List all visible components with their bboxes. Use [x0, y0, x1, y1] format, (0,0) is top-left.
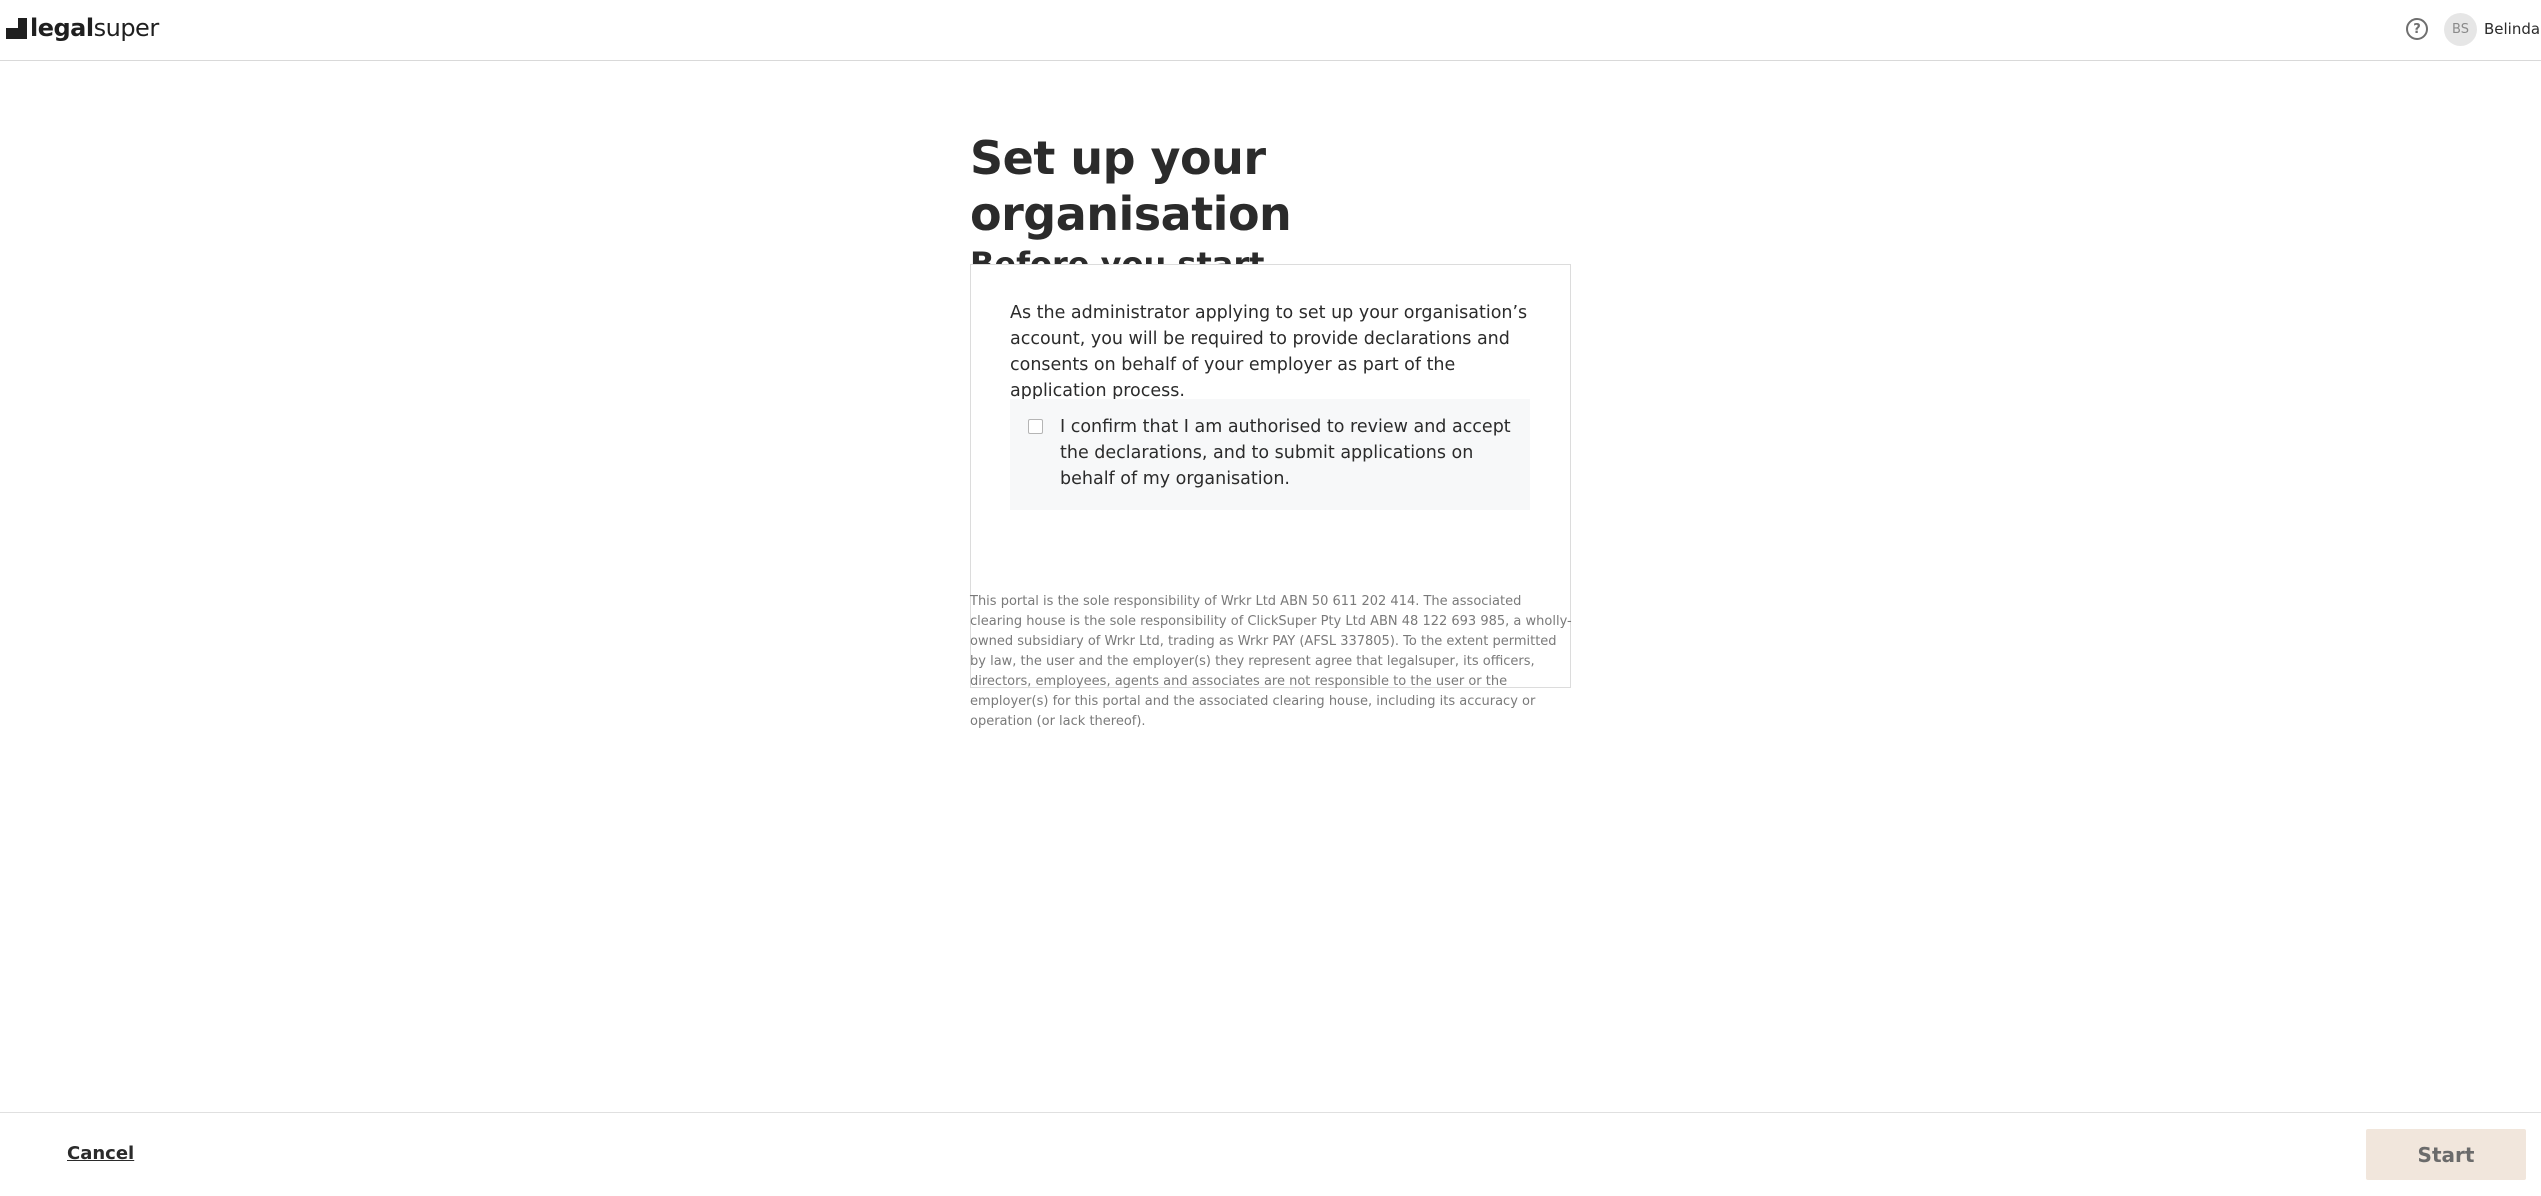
cancel-link[interactable]: Cancel — [67, 1143, 134, 1164]
logo-mark-icon — [6, 17, 27, 39]
confirm-label[interactable]: I confirm that I am authorised to review… — [1060, 414, 1512, 492]
declaration-intro: As the administrator applying to set up … — [1010, 303, 1528, 401]
main-content: Set up your organisation Before you star… — [970, 130, 1572, 729]
start-button[interactable]: Start — [2366, 1129, 2526, 1180]
page-title: Set up your organisation — [970, 131, 1292, 241]
footer-bar: Cancel Start — [0, 1112, 2541, 1196]
disclaimer-text: This portal is the sole responsibility o… — [970, 594, 1572, 729]
confirm-checkbox[interactable] — [1028, 419, 1043, 434]
avatar[interactable]: BS — [2444, 13, 2477, 46]
confirm-authorisation-row[interactable]: I confirm that I am authorised to review… — [1010, 399, 1530, 510]
logo-text: legalsuper — [30, 14, 159, 42]
top-bar: legalsuper ? BS Belinda — [0, 0, 2541, 61]
help-circle-icon[interactable]: ? — [2406, 18, 2428, 40]
legalsuper-logo[interactable]: legalsuper — [6, 13, 159, 43]
user-name[interactable]: Belinda — [2484, 20, 2540, 38]
